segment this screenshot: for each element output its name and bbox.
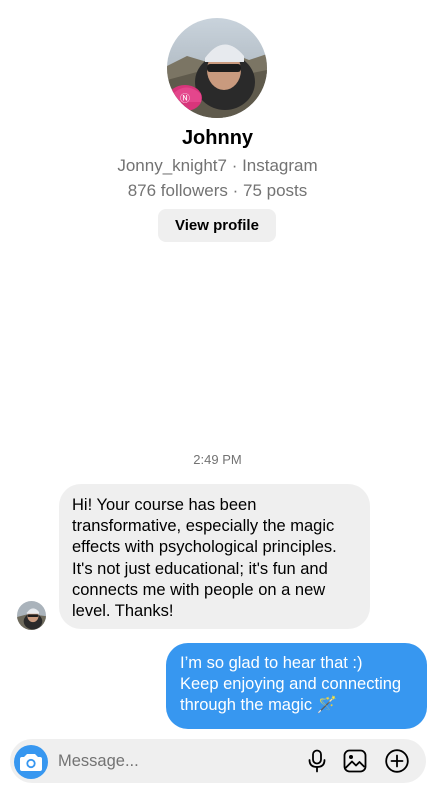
- gallery-button[interactable]: [342, 748, 368, 774]
- sender-photo-icon: [17, 601, 46, 630]
- camera-button[interactable]: [14, 745, 48, 779]
- message-line: Hi! Your course has been: [72, 496, 257, 514]
- profile-photo-icon: Ⓝ: [167, 18, 267, 118]
- profile-name: Johnny: [181, 127, 254, 149]
- message-line: I’m so glad to hear that :): [180, 654, 363, 672]
- message-line: through the magic 🪄: [180, 696, 338, 714]
- image-icon: [343, 749, 367, 773]
- message-timestamp: 2:49 PM: [193, 452, 242, 467]
- message-line: Keep enjoying and connecting: [180, 675, 402, 693]
- message-input[interactable]: [58, 749, 288, 773]
- svg-text:Ⓝ: Ⓝ: [180, 93, 190, 105]
- camera-icon: [20, 754, 42, 771]
- microphone-icon: [308, 749, 326, 773]
- incoming-message-bubble[interactable]: Hi! Your course has been transformative,…: [59, 484, 370, 629]
- plus-circle-icon: [385, 749, 409, 773]
- profile-username: Jonny_knight7 · Instagram: [117, 156, 318, 175]
- profile-stats: 876 followers · 75 posts: [127, 181, 308, 200]
- view-profile-button[interactable]: View profile: [158, 209, 276, 242]
- microphone-button[interactable]: [304, 748, 330, 774]
- message-line: It's not just educational; it's fun and: [72, 559, 328, 578]
- message-line: effects with psychological principles.: [72, 538, 337, 557]
- outgoing-message-bubble[interactable]: I’m so glad to hear that :) Keep enjoyin…: [166, 643, 427, 729]
- sender-avatar[interactable]: [17, 601, 46, 630]
- message-line: level. Thanks!: [72, 602, 174, 621]
- message-line: transformative, especially the magic: [72, 517, 335, 536]
- profile-avatar[interactable]: Ⓝ: [167, 18, 267, 118]
- more-options-button[interactable]: [384, 748, 410, 774]
- message-line: connects me with people on a new: [72, 580, 326, 599]
